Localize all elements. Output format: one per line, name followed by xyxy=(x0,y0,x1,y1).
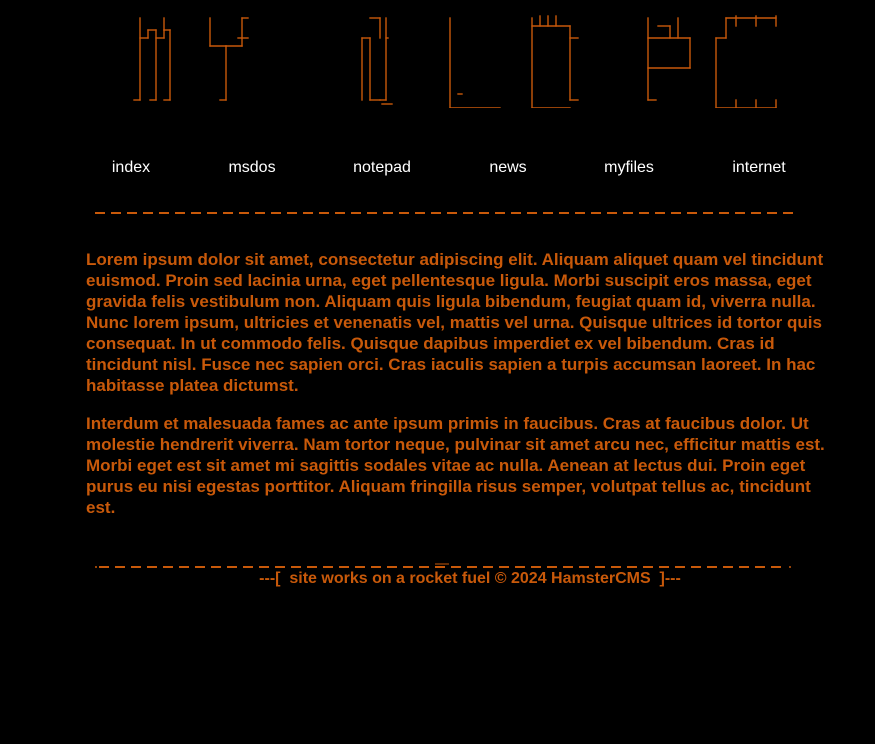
content-paragraph: Interdum et malesuada fames ac ante ipsu… xyxy=(86,414,825,517)
main-content: Lorem ipsum dolor sit amet, consectetur … xyxy=(86,249,838,535)
nav-item-myfiles[interactable]: myfiles xyxy=(604,158,654,178)
nav-item-internet[interactable]: internet xyxy=(732,158,785,178)
nav-item-notepad[interactable]: notepad xyxy=(353,158,411,178)
nav-divider xyxy=(93,204,801,218)
site-logo-art xyxy=(133,15,777,108)
main-nav: index msdos notepad news myfiles interne… xyxy=(0,158,875,180)
nav-item-news[interactable]: news xyxy=(489,158,526,178)
nav-item-msdos[interactable]: msdos xyxy=(228,158,275,178)
nav-item-index[interactable]: index xyxy=(112,158,150,178)
footer-credit: ---[ site works on a rocket fuel © 2024 … xyxy=(259,570,681,587)
content-paragraph: Lorem ipsum dolor sit amet, consectetur … xyxy=(86,250,824,395)
site-logo xyxy=(130,8,790,108)
